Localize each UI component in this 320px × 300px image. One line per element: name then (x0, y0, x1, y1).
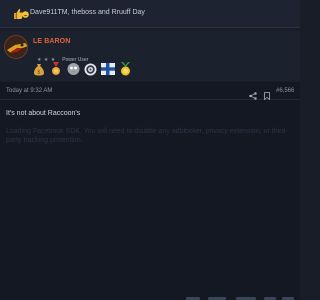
user-rank: ★ ★ ★ Power User (37, 51, 88, 63)
money-bag-icon[interactable]: $ (31, 61, 46, 77)
reaction-icons[interactable] (13, 8, 29, 20)
bird-face-icon[interactable] (66, 61, 81, 77)
laugh-icon (22, 11, 29, 18)
username[interactable]: LE BARON (33, 38, 70, 45)
post-date[interactable]: Today at 9:32 AM (6, 88, 52, 94)
message-text: It's not about Raccoon's (6, 110, 81, 117)
target-icon[interactable] (83, 61, 98, 77)
svg-text:$: $ (37, 70, 40, 76)
avatar[interactable] (4, 35, 28, 59)
medal-icon[interactable] (48, 61, 63, 77)
bookmark-icon[interactable] (264, 87, 270, 101)
post-number[interactable]: #6,566 (276, 88, 294, 94)
reaction-summary[interactable]: Dave911TM, theboss and Rruuff Day (30, 9, 145, 16)
embed-loading-notice: Loading Facebook SDK. You will need to d… (6, 128, 288, 144)
thumbs-up-icon (14, 8, 29, 19)
post-meta: Today at 9:32 AM #6,566 (0, 82, 300, 101)
cross-flag-icon[interactable] (100, 61, 115, 77)
gift-medal-icon[interactable] (118, 61, 133, 77)
share-icon[interactable] (249, 87, 257, 100)
post-body: Today at 9:32 AM #6,566 It's not about R… (0, 82, 300, 300)
reaction-bar: Dave911TM, theboss and Rruuff Day (0, 0, 300, 28)
